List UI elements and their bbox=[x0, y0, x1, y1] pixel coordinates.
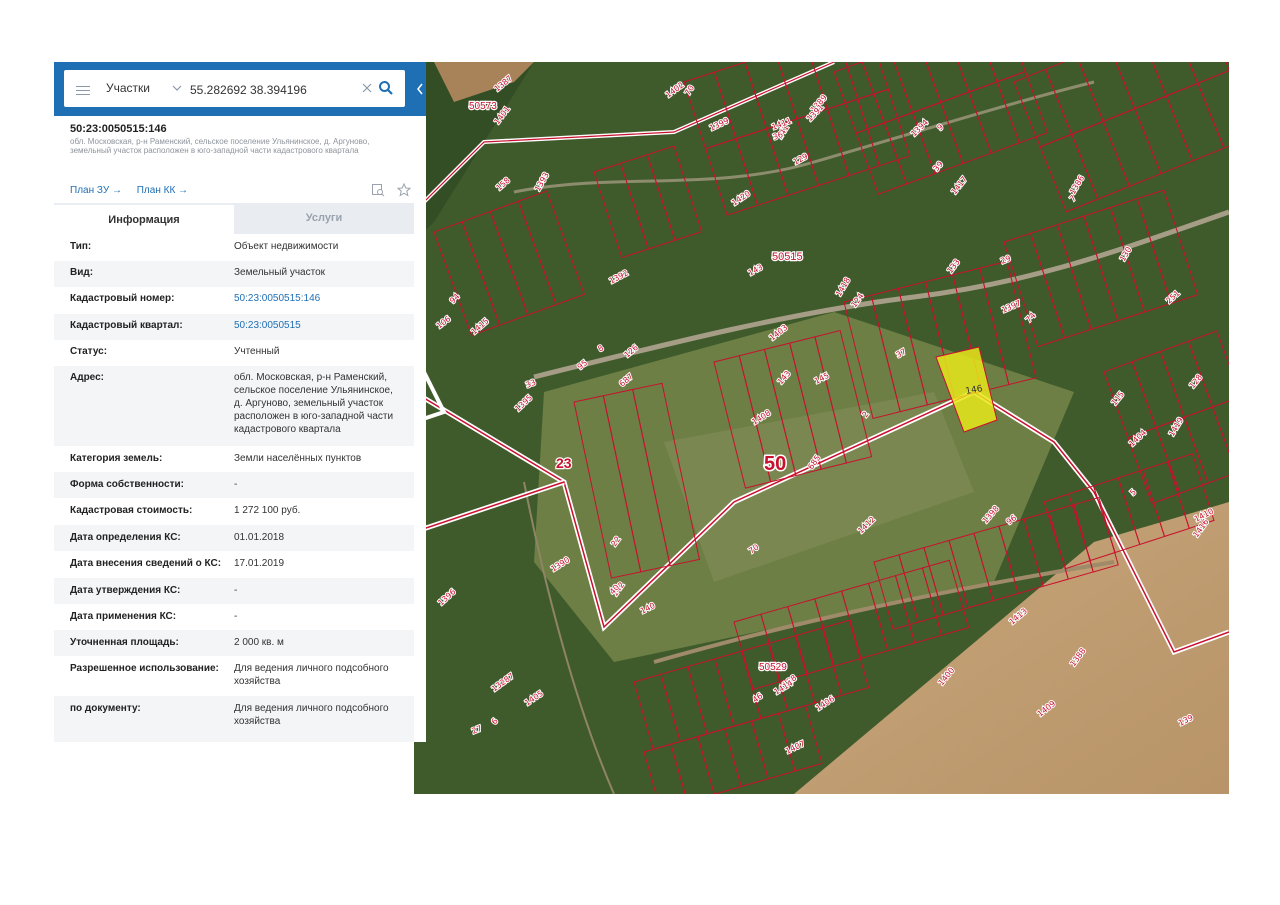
row-label: Кадастровая стоимость: bbox=[70, 505, 193, 516]
plan-kk-link[interactable]: План КК → bbox=[137, 185, 188, 196]
table-row: Дата определения КС: 01.01.2018 bbox=[54, 525, 414, 551]
row-label: Адрес: bbox=[70, 372, 104, 383]
row-label: Дата применения КС: bbox=[70, 611, 177, 622]
chevron-left-icon bbox=[417, 83, 423, 95]
table-row: Статус: Учтенный bbox=[54, 340, 414, 366]
row-value: Для ведения личного подсобного хозяйства bbox=[234, 663, 389, 687]
row-label: Категория земель: bbox=[70, 453, 163, 464]
cadastral-number-link[interactable]: 50:23:0050515:146 bbox=[234, 292, 404, 305]
row-value: 17.01.2019 bbox=[234, 558, 285, 569]
search-icon[interactable] bbox=[378, 80, 394, 96]
tab-services[interactable]: Услуги bbox=[234, 203, 414, 234]
tab-information[interactable]: Информация bbox=[54, 203, 234, 236]
object-header: 50:23:0050515:146 обл. Московская, р-н Р… bbox=[70, 123, 400, 155]
table-row: Вид: Земельный участок bbox=[54, 261, 414, 287]
row-label: Разрешенное использование: bbox=[70, 663, 219, 674]
quarter-label-50529: 50529 bbox=[759, 662, 787, 673]
star-icon[interactable] bbox=[397, 182, 412, 197]
row-value: Земельный участок bbox=[234, 267, 326, 278]
row-value: 01.01.2018 bbox=[234, 532, 285, 543]
table-row: Адрес: обл. Московская, р-н Раменский, с… bbox=[54, 366, 414, 446]
table-row: Кадастровая стоимость: 1 272 100 руб. bbox=[54, 498, 414, 525]
row-label: Вид: bbox=[70, 267, 94, 278]
table-row: Кадастровый номер: 50:23:0050515:146 bbox=[54, 287, 414, 314]
district-label-23: 23 bbox=[556, 455, 572, 471]
district-label-50: 50 bbox=[764, 453, 786, 475]
object-address: обл. Московская, р-н Раменский, сельское… bbox=[70, 137, 370, 155]
panel-tabs: Информация Услуги bbox=[54, 203, 414, 236]
hamburger-menu-icon[interactable] bbox=[76, 83, 90, 95]
plan-links: План ЗУ → План КК → bbox=[70, 185, 200, 196]
cadastral-quarter-link[interactable]: 50:23:0050515 bbox=[234, 319, 404, 332]
table-row: Дата внесения сведений о КС: 17.01.2019 bbox=[54, 551, 414, 578]
table-row: Тип: Объект недвижимости bbox=[54, 235, 414, 261]
row-value: Для ведения личного подсобного хозяйства bbox=[234, 703, 389, 727]
row-value: 2 000 кв. м bbox=[234, 637, 284, 648]
row-label: Уточненная площадь: bbox=[70, 637, 179, 648]
table-row: по документу: Для ведения личного подсоб… bbox=[54, 696, 414, 742]
document-search-icon[interactable] bbox=[371, 183, 385, 197]
close-icon[interactable] bbox=[361, 82, 373, 94]
row-label: Дата определения КС: bbox=[70, 532, 181, 543]
object-cadastral-number: 50:23:0050515:146 bbox=[70, 123, 167, 135]
quarter-label-50515: 50515 bbox=[772, 251, 803, 263]
row-value: Объект недвижимости bbox=[234, 241, 339, 252]
row-value: обл. Московская, р-н Раменский, сельское… bbox=[234, 372, 394, 435]
row-label: Форма собственности: bbox=[70, 479, 184, 490]
row-value: - bbox=[234, 479, 238, 490]
row-label: Статус: bbox=[70, 346, 108, 357]
row-value: - bbox=[234, 585, 238, 596]
table-row: Дата утверждения КС: - bbox=[54, 578, 414, 604]
tool-icons bbox=[363, 182, 412, 202]
plan-zu-link[interactable]: План ЗУ → bbox=[70, 185, 122, 196]
coordinate-search-input[interactable] bbox=[188, 76, 352, 103]
table-row: Дата применения КС: - bbox=[54, 604, 414, 630]
row-label: Дата внесения сведений о КС: bbox=[70, 558, 222, 569]
chevron-down-icon[interactable] bbox=[171, 82, 183, 94]
row-label: Дата утверждения КС: bbox=[70, 585, 181, 596]
row-value: Земли населённых пунктов bbox=[234, 453, 362, 464]
row-value: - bbox=[234, 611, 238, 622]
table-row: Уточненная площадь: 2 000 кв. м bbox=[54, 630, 414, 656]
collapse-panel-button[interactable] bbox=[414, 62, 426, 116]
row-value: 1 272 100 руб. bbox=[234, 505, 301, 516]
row-value: Учтенный bbox=[234, 346, 280, 357]
layer-select[interactable]: Участки bbox=[106, 70, 150, 107]
table-row: Категория земель: Земли населённых пункт… bbox=[54, 446, 414, 472]
search-bar: Участки bbox=[54, 62, 414, 116]
table-row: Разрешенное использование: Для ведения л… bbox=[54, 656, 414, 696]
row-label: Кадастровый номер: bbox=[70, 293, 175, 304]
quarter-label-50573: 50573 bbox=[469, 101, 497, 112]
info-panel: Участки 50:23:0050515:146 обл. Московска… bbox=[54, 62, 426, 742]
row-label: Тип: bbox=[70, 241, 92, 252]
row-label: по документу: bbox=[70, 703, 141, 714]
cadastral-map[interactable]: 146 50 23 50515 50573 50529 685 687 13287 1… bbox=[414, 62, 1229, 794]
table-row: Форма собственности: - bbox=[54, 472, 414, 498]
map-canvas[interactable]: 146 50 23 50515 50573 50529 685687132871… bbox=[414, 62, 1229, 794]
row-label: Кадастровый квартал: bbox=[70, 320, 183, 331]
search-box: Участки bbox=[64, 70, 405, 107]
table-row: Кадастровый квартал: 50:23:0050515 bbox=[54, 314, 414, 340]
